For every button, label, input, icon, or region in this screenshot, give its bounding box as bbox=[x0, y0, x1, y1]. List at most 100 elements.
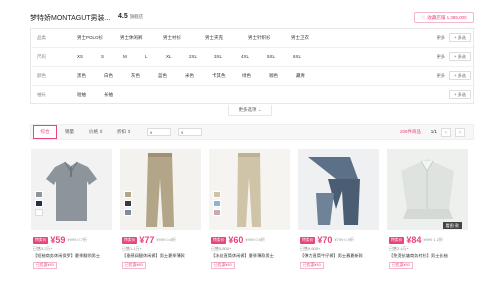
product-card[interactable]: 特卖价 ¥70 ¥799 0.9折 已售9,600+ 【弹力直筒牛仔裤】男士春夏… bbox=[298, 149, 379, 274]
filter-option[interactable]: 灰色 bbox=[131, 73, 140, 79]
coupon-tag: 已优惠¥60 bbox=[122, 262, 146, 269]
original-price: ¥999 0.7折 bbox=[67, 237, 87, 242]
special-price-badge: 特卖价 bbox=[389, 236, 405, 244]
filter-option[interactable]: 5XL bbox=[267, 54, 275, 59]
product-price: ¥84 bbox=[406, 235, 422, 245]
next-page-button[interactable]: > bbox=[455, 128, 465, 137]
filter-option[interactable]: 米色 bbox=[185, 73, 194, 79]
filter-row-category: 品类 男士POLO衫 男士休闲裤 男士衬衫 男士夹克 男士针织衫 男士卫衣 更多… bbox=[31, 28, 475, 47]
sort-price[interactable]: 价格 ⇕ bbox=[89, 125, 103, 139]
product-image[interactable] bbox=[120, 149, 201, 230]
filter-option[interactable]: 6XL bbox=[293, 54, 301, 59]
filter-row-size: 尺码 XS S M L XL 2XL 3XL 4XL 5XL 6XL 更多 + … bbox=[31, 47, 475, 66]
filter-option[interactable]: 男士夹克 bbox=[205, 35, 223, 41]
heart-icon: ♡ bbox=[421, 14, 426, 20]
filter-row-sleeve: 袖长 短袖 长袖 + 多选 bbox=[31, 85, 475, 104]
price-min-input[interactable]: ¥ bbox=[147, 128, 171, 136]
original-price: ¥999 1.2折 bbox=[423, 237, 443, 242]
straight-pants-image bbox=[209, 149, 290, 230]
filter-multi-button[interactable]: + 多选 bbox=[449, 90, 471, 99]
jeans-image bbox=[298, 149, 379, 230]
filter-option[interactable]: XS bbox=[77, 54, 83, 59]
filter-panel: 品类 男士POLO衫 男士休闲裤 男士衬衫 男士夹克 男士针织衫 男士卫衣 更多… bbox=[30, 28, 475, 104]
sort-arrow-icon: ⇕ bbox=[127, 129, 132, 134]
product-image[interactable] bbox=[31, 149, 112, 230]
filter-multi-button[interactable]: + 多选 bbox=[449, 52, 471, 61]
filter-option[interactable]: 3XL bbox=[214, 54, 222, 59]
filter-option[interactable]: 男士休闲裤 bbox=[120, 35, 143, 41]
product-title[interactable]: 【冰丝直筒休闲裤】夏季薄款男士 bbox=[211, 253, 289, 259]
original-price: ¥799 0.9折 bbox=[334, 237, 354, 242]
product-price: ¥60 bbox=[228, 235, 244, 245]
product-title[interactable]: 【弹力直筒牛仔裤】男士春夏新款 bbox=[300, 253, 378, 259]
coupon-tag: 已优惠¥40 bbox=[389, 262, 413, 269]
filter-option[interactable]: 藏青 bbox=[296, 73, 305, 79]
filter-option[interactable]: 2XL bbox=[189, 54, 197, 59]
sold-count: 已售2.4万+ bbox=[389, 246, 409, 251]
sort-sales[interactable]: 销量 bbox=[65, 125, 74, 139]
filter-option[interactable]: 黑色 bbox=[77, 73, 86, 79]
sort-arrow-icon: ⇕ bbox=[99, 129, 104, 134]
original-price: ¥999 0.6折 bbox=[245, 237, 265, 242]
special-price-badge: 特卖价 bbox=[122, 236, 138, 244]
sold-count: 已售9,600+ bbox=[300, 246, 321, 251]
filter-option[interactable]: 卡其色 bbox=[212, 73, 226, 79]
store-name[interactable]: 梦特娇MONTAGUT男装... bbox=[30, 13, 110, 23]
special-price-badge: 特卖价 bbox=[300, 236, 316, 244]
sort-bar: 综合 销量 价格 ⇕ 折扣 ⇕ ¥ - ¥ 206件商品 1/1 < > bbox=[30, 124, 474, 140]
sold-count: 已售5,800+ bbox=[211, 246, 232, 251]
filter-option[interactable]: 男士针织衫 bbox=[248, 35, 271, 41]
product-card[interactable]: 特卖价 ¥59 ¥999 0.7折 已售3.2万+ 【短袖商务休闲保罗】夏季翻领… bbox=[31, 149, 112, 274]
special-price-badge: 特卖价 bbox=[33, 236, 49, 244]
filter-multi-button[interactable]: + 多选 bbox=[449, 71, 471, 80]
product-title[interactable]: 【垂感阔腿休闲裤】男士夏季薄款 bbox=[122, 253, 200, 259]
filter-option[interactable]: S bbox=[101, 54, 104, 59]
product-title[interactable]: 【免烫抗皱商务衬衫】男士长袖 bbox=[389, 253, 467, 259]
product-card[interactable]: 特卖价 ¥60 ¥999 0.6折 已售5,800+ 【冰丝直筒休闲裤】夏季薄款… bbox=[209, 149, 290, 274]
sort-default[interactable]: 综合 bbox=[33, 125, 57, 139]
filter-row-color: 颜色 黑色 白色 灰色 蓝色 米色 卡其色 绿色 咖色 藏青 更多 + 多选 bbox=[31, 66, 475, 85]
filter-multi-button[interactable]: + 多选 bbox=[449, 33, 471, 42]
coupon-tag: 已优惠¥40 bbox=[300, 262, 324, 269]
sold-count: 已售3.2万+ bbox=[33, 246, 53, 251]
product-price: ¥59 bbox=[50, 235, 66, 245]
filter-option[interactable]: 蓝色 bbox=[158, 73, 167, 79]
product-price: ¥77 bbox=[139, 235, 155, 245]
filter-option[interactable]: 长袖 bbox=[104, 92, 113, 98]
dress-shirt-image bbox=[387, 149, 468, 230]
product-card[interactable]: 看图·款 特卖价 ¥84 ¥999 1.2折 已售2.4万+ 【免烫抗皱商务衬衫… bbox=[387, 149, 468, 274]
filter-option[interactable]: 咖色 bbox=[269, 73, 278, 79]
filter-more-button[interactable]: 更多 bbox=[437, 35, 445, 41]
prev-page-button[interactable]: < bbox=[441, 128, 451, 137]
product-image[interactable]: 看图·款 bbox=[387, 149, 468, 230]
filter-option[interactable]: 男士卫衣 bbox=[291, 35, 309, 41]
filter-more-button[interactable]: 更多 bbox=[437, 73, 445, 79]
product-image[interactable] bbox=[209, 149, 290, 230]
filter-option[interactable]: 绿色 bbox=[242, 73, 251, 79]
filter-option[interactable]: L bbox=[145, 54, 148, 59]
product-title[interactable]: 【短袖商务休闲保罗】夏季翻领男士 bbox=[33, 253, 111, 259]
filter-option[interactable]: 4XL bbox=[241, 54, 249, 59]
coupon-tag: 已优惠¥40 bbox=[33, 262, 57, 269]
chevron-down-icon: ⌄ bbox=[257, 107, 262, 112]
filter-option[interactable]: M bbox=[123, 54, 127, 59]
filter-option[interactable]: 男士衬衫 bbox=[163, 35, 181, 41]
result-count: 206件商品 bbox=[399, 129, 421, 134]
image-badge: 看图·款 bbox=[442, 222, 462, 229]
favorite-store-button[interactable]: ♡ 收藏店铺 1,385,000 bbox=[414, 12, 474, 23]
filter-option[interactable]: 男士POLO衫 bbox=[77, 35, 103, 41]
filter-option[interactable]: 白色 bbox=[104, 73, 113, 79]
store-score: 4.5 旗舰店 bbox=[118, 13, 144, 20]
price-max-input[interactable]: ¥ bbox=[178, 128, 202, 136]
filter-option[interactable]: 短袖 bbox=[77, 92, 86, 98]
sold-count: 已售1.1万+ bbox=[122, 246, 142, 251]
filter-more-button[interactable]: 更多 bbox=[437, 54, 445, 60]
original-price: ¥999 0.8折 bbox=[156, 237, 176, 242]
filter-option[interactable]: XL bbox=[166, 54, 172, 59]
more-options-button[interactable]: 更多选项 ⌄ bbox=[228, 105, 272, 116]
product-card[interactable]: 特卖价 ¥77 ¥999 0.8折 已售1.1万+ 【垂感阔腿休闲裤】男士夏季薄… bbox=[120, 149, 201, 274]
polo-shirt-image bbox=[31, 149, 112, 230]
product-image[interactable] bbox=[298, 149, 379, 230]
sort-discount[interactable]: 折扣 ⇕ bbox=[117, 125, 131, 139]
coupon-tag: 已优惠¥40 bbox=[211, 262, 235, 269]
